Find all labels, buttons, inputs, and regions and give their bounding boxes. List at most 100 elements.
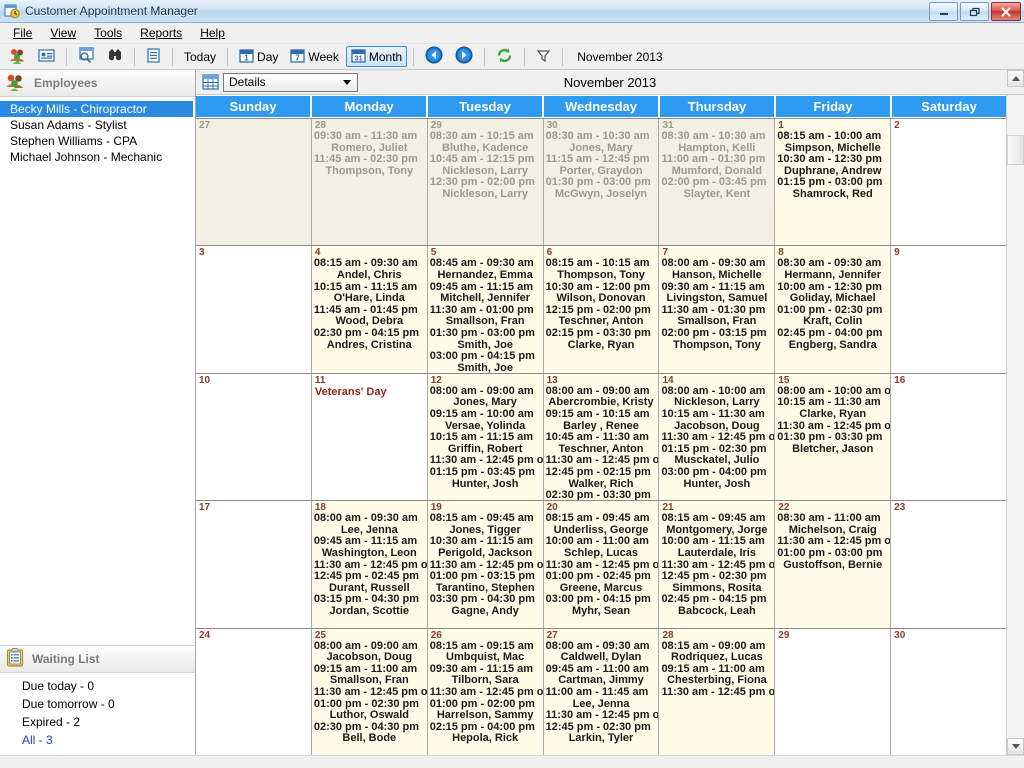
appointment-customer-name[interactable]: Larkin, Tyler <box>546 733 657 745</box>
calendar-day-cell[interactable]: 28 09:30 am - 11:30 am Romero, Juliet 11:45… <box>311 119 428 246</box>
scrollbar-thumb[interactable] <box>1007 135 1024 165</box>
calendar-day-cell[interactable]: 15 08:00 am - 10:00 am off 10:15 am - 11:3… <box>775 373 892 501</box>
appointment-time[interactable]: 08:30 am - 10:30 am <box>546 130 657 143</box>
calendar-day-cell[interactable]: 29 08:30 am - 10:15 am Bluthe, Kadence 10:4… <box>427 119 544 246</box>
search-button[interactable] <box>102 46 128 67</box>
calendar-day-cell[interactable]: 19 08:15 am - 09:45 am Jones, Tigger 10:30 … <box>427 501 544 628</box>
calendar-day-cell[interactable]: 11 Veterans' Day <box>311 373 428 501</box>
calendar-day-cell[interactable]: 25 08:00 am - 09:00 am Jacobson, Doug 09:15… <box>311 628 428 756</box>
waiting-list-panel-header[interactable]: Waiting List <box>0 646 195 673</box>
calendar-day-cell[interactable]: 8 08:30 am - 09:30 am Hermann, Jennifer 10:… <box>775 246 892 373</box>
appointment-customer-name[interactable]: Engberg, Sandra <box>777 339 888 352</box>
appointment-time[interactable]: 01:15 pm - 03:45 pm <box>430 466 541 479</box>
appointment-customer-name[interactable]: Gagne, Andy <box>430 605 541 618</box>
calendar-day-cell[interactable]: 10 <box>196 373 312 501</box>
waiting-item-expired[interactable]: Expired - 2 <box>0 713 195 731</box>
appointment-time[interactable]: 01:30 pm - 03:00 pm <box>430 327 541 340</box>
week-view-button[interactable]: 7 Week <box>285 46 343 67</box>
appointment-customer-name[interactable]: Hunter, Josh <box>661 478 772 491</box>
appointment-time[interactable]: 08:15 am - 10:00 am <box>777 130 888 143</box>
appointment-customer-name[interactable]: Hepola, Rick <box>430 733 541 745</box>
scrollbar-track[interactable] <box>1007 95 1024 738</box>
appointment-time[interactable]: 02:15 pm - 03:30 pm <box>546 327 657 340</box>
appointment-time[interactable]: 11:00 am - 11:45 am <box>546 686 657 699</box>
calendar-day-cell[interactable]: 2 <box>891 119 1007 246</box>
contact-card-button[interactable] <box>33 46 60 67</box>
appointment-time[interactable]: 11:30 am - 12:45 pm off <box>430 686 543 699</box>
appointment-customer-name[interactable]: Hanson, Michelle <box>661 269 772 282</box>
calendar-day-cell[interactable]: 13 08:00 am - 09:00 am Abercrombie, Kristy… <box>543 373 660 501</box>
appointment-time[interactable]: 01:00 pm - 03:00 pm <box>777 547 888 560</box>
appointment-customer-name[interactable]: Nickleson, Larry <box>430 188 541 201</box>
calendar-day-cell[interactable]: 18 08:00 am - 09:30 am Lee, Jenna 09:45 am … <box>311 501 428 628</box>
next-period-button[interactable] <box>450 46 478 67</box>
filter-button[interactable] <box>531 46 556 67</box>
calendar-day-cell[interactable]: 29 <box>775 628 892 756</box>
appointment-time[interactable]: 02:45 pm - 04:00 pm <box>777 327 888 340</box>
menu-view[interactable]: View <box>41 24 85 42</box>
calendar-scroll-up-region[interactable] <box>1007 70 1024 94</box>
calendar-day-cell[interactable]: 30 <box>891 628 1007 756</box>
calendar-day-cell[interactable]: 6 08:15 am - 10:15 am Thompson, Tony 10:30 … <box>543 246 660 373</box>
waiting-item-all[interactable]: All - 3 <box>0 731 195 749</box>
menu-tools[interactable]: Tools <box>85 24 131 42</box>
day-view-button[interactable]: 1 Day <box>234 46 283 67</box>
calendar-day-cell[interactable]: 7 08:00 am - 09:30 am Hanson, Michelle 09:3… <box>659 246 776 373</box>
appointment-customer-name[interactable]: McGwyn, Joselyn <box>546 188 657 201</box>
calendar-day-cell[interactable]: 27 08:00 am - 09:30 am Caldwell, Dylan 09:4… <box>543 628 660 756</box>
restore-button[interactable] <box>960 2 989 21</box>
calendar-day-cell[interactable]: 12 08:00 am - 09:00 am Jones, Mary 09:15 am… <box>427 373 544 501</box>
appointment-time[interactable]: 09:30 am - 11:30 am <box>314 130 425 143</box>
calendar-vertical-scrollbar[interactable] <box>1006 95 1024 755</box>
appointment-customer-name[interactable]: Thompson, Tony <box>546 269 657 282</box>
calendar-day-cell[interactable]: 28 08:15 am - 09:00 am Rodriquez, Lucas 09:… <box>659 628 776 756</box>
employee-item-stephen-williams[interactable]: Stephen Williams - CPA <box>0 133 195 149</box>
appointment-time[interactable]: 10:15 am - 11:30 am <box>661 408 772 421</box>
appointment-customer-name[interactable]: Thompson, Tony <box>661 339 772 352</box>
appointment-customer-name[interactable]: Hermann, Jennifer <box>777 269 888 282</box>
appointment-customer-name[interactable]: Clarke, Ryan <box>546 339 657 352</box>
scroll-down-button[interactable] <box>1007 738 1024 755</box>
appointment-customer-name[interactable]: Schlep, Lucas <box>546 547 657 560</box>
appointment-customer-name[interactable]: Lauterdale, Iris <box>661 547 772 560</box>
appointment-time[interactable]: 02:00 pm - 03:15 pm <box>661 327 772 340</box>
calendar-day-cell[interactable]: 4 08:15 am - 09:30 am Andel, Chris 10:15 am… <box>311 246 428 373</box>
appointment-customer-name[interactable]: Hernandez, Emma <box>430 269 541 282</box>
calendar-day-cell[interactable]: 27 <box>196 119 312 246</box>
appointment-time[interactable]: 11:30 am - 12:45 pm off <box>314 686 427 699</box>
minimize-button[interactable] <box>929 2 958 21</box>
calendar-day-cell[interactable]: 26 08:15 am - 09:15 am Umbquist, Mac 09:30 … <box>427 628 544 756</box>
appointment-time[interactable]: 11:30 am - 12:45 pm off <box>661 686 774 699</box>
appointment-customer-name[interactable]: Smith, Joe <box>430 362 541 373</box>
refresh-button[interactable] <box>491 46 518 67</box>
appointment-customer-name[interactable]: Myhr, Sean <box>546 605 657 618</box>
today-button[interactable]: Today <box>179 46 221 67</box>
appointment-customer-name[interactable]: Andres, Cristina <box>314 339 425 352</box>
close-button[interactable] <box>991 2 1021 21</box>
appointment-customer-name[interactable]: Hunter, Josh <box>430 478 541 491</box>
appointment-time[interactable]: 03:00 pm - 04:15 pm <box>430 351 541 363</box>
appointment-customer-name[interactable]: Slayter, Kent <box>661 188 772 201</box>
calendar-day-cell[interactable]: 22 08:30 am - 11:00 am Michelson, Craig 11:… <box>775 501 892 628</box>
scroll-up-button[interactable] <box>1007 70 1024 87</box>
menu-help[interactable]: Help <box>191 24 234 42</box>
calendar-day-cell[interactable]: 3 <box>196 246 312 373</box>
calendar-day-cell[interactable]: 24 <box>196 628 312 756</box>
appointment-time[interactable]: 09:15 am - 10:15 am <box>546 408 657 421</box>
calendar-day-cell[interactable]: 1 08:15 am - 10:00 am Simpson, Michelle 10:… <box>775 119 892 246</box>
calendar-day-cell[interactable]: 14 08:00 am - 10:00 am Nickleson, Larry 10:… <box>659 373 776 501</box>
appointment-customer-name[interactable]: Perigold, Jackson <box>430 547 541 560</box>
appointment-time[interactable]: 08:30 am - 10:30 am <box>661 130 772 143</box>
customers-button[interactable] <box>4 46 31 67</box>
appointment-time[interactable]: 02:30 pm - 04:15 pm <box>314 327 425 340</box>
appointment-customer-name[interactable]: Bell, Bode <box>314 733 425 745</box>
employee-item-becky-mills[interactable]: Becky Mills - Chiropractor <box>0 101 193 117</box>
calendar-day-cell[interactable]: 9 <box>891 246 1007 373</box>
employees-panel-header[interactable]: Employees <box>0 70 195 97</box>
calendar-detail-select[interactable]: Details <box>223 72 358 92</box>
appointment-customer-name[interactable]: Babcock, Leah <box>661 605 772 618</box>
calendar-day-cell[interactable]: 20 08:15 am - 09:45 am Underliss, George 10… <box>543 501 660 628</box>
calendar-day-cell[interactable]: 16 <box>891 373 1007 501</box>
calendar-day-cell[interactable]: 30 08:30 am - 10:30 am Jones, Mary 11:15 am… <box>543 119 660 246</box>
appointment-time[interactable]: 08:30 am - 10:15 am <box>430 130 541 143</box>
